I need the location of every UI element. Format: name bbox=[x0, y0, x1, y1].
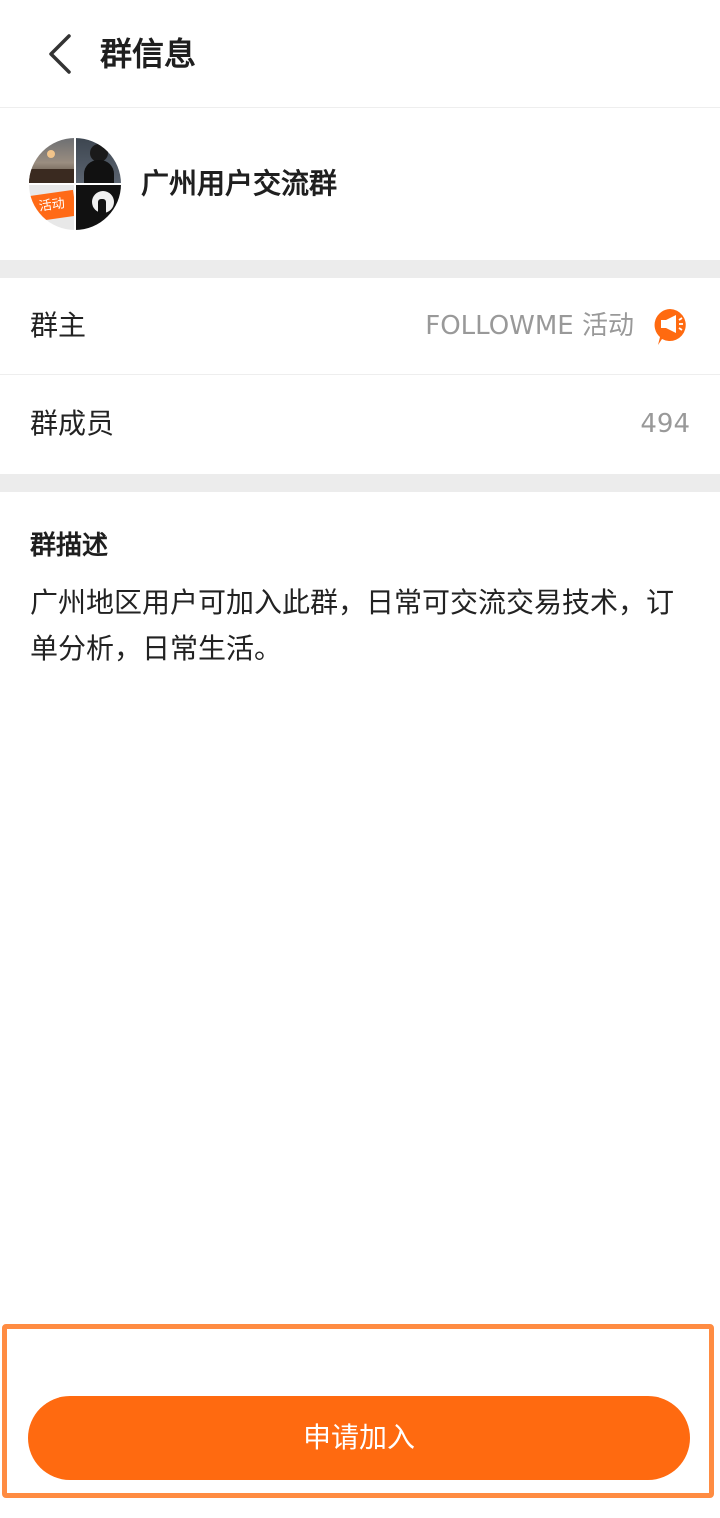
owner-row[interactable]: 群主 FOLLOWME 活动 bbox=[0, 278, 720, 375]
avatar-tile-badge: 活动 bbox=[29, 185, 74, 230]
avatar-tile-person bbox=[76, 138, 121, 183]
avatar-tile-runner bbox=[76, 185, 121, 230]
description-title: 群描述 bbox=[30, 531, 109, 561]
back-button[interactable] bbox=[34, 28, 86, 80]
members-count: 494 bbox=[640, 409, 690, 439]
group-name: 广州用户交流群 bbox=[141, 167, 338, 200]
group-profile: 活动 广州用户交流群 bbox=[0, 108, 720, 260]
megaphone-icon bbox=[654, 309, 686, 345]
members-label: 群成员 bbox=[30, 407, 115, 440]
avatar-tile-sunset bbox=[29, 138, 74, 183]
header-bar: 群信息 bbox=[0, 0, 720, 108]
chevron-left-icon bbox=[49, 34, 71, 74]
owner-value: FOLLOWME 活动 bbox=[425, 311, 634, 341]
section-divider bbox=[0, 474, 720, 492]
group-info-page: 群信息 活动 广州用户交流群 群主 FOLLOWME 活动 群成员 494 群描… bbox=[0, 0, 720, 1518]
join-group-button[interactable]: 申请加入 bbox=[28, 1396, 690, 1480]
section-divider bbox=[0, 260, 720, 278]
description-text: 广州地区用户可加入此群，日常可交流交易技术，订单分析，日常生活。 bbox=[30, 586, 675, 665]
page-title: 群信息 bbox=[100, 35, 197, 73]
group-avatar[interactable]: 活动 bbox=[29, 138, 121, 230]
avatar-badge-text: 活动 bbox=[29, 189, 74, 223]
members-row[interactable]: 群成员 494 bbox=[0, 376, 720, 473]
owner-label: 群主 bbox=[30, 309, 87, 342]
